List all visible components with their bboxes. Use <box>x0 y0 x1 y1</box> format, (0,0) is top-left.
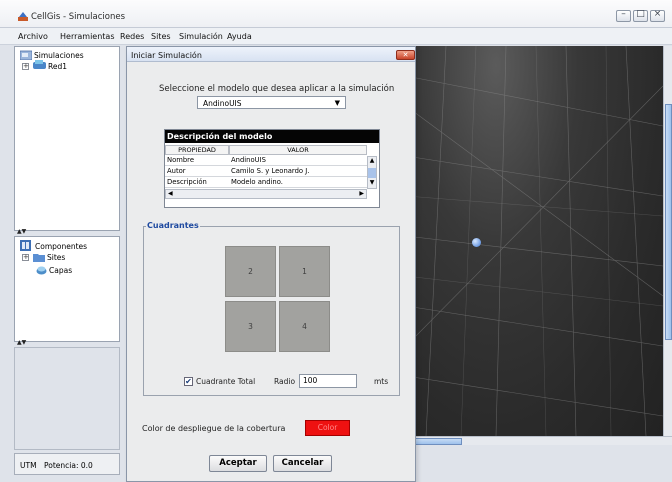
vertical-scroll-thumb[interactable] <box>665 104 672 340</box>
cuadrante-total-label: Cuadrante Total <box>196 377 256 386</box>
cancel-button[interactable]: Cancelar <box>273 455 332 472</box>
quadrant-4-button[interactable]: 4 <box>279 301 330 352</box>
splitter-arrows-icon: ▲▼ <box>17 339 27 346</box>
description-header: Descripción del modelo <box>165 130 379 143</box>
model-selected-value: AndinoUIS <box>203 99 242 108</box>
table-cell-property[interactable]: Nombre <box>165 156 229 166</box>
tree-item-red1[interactable]: Red1 <box>48 62 67 71</box>
tree-item-sites[interactable]: Sites <box>47 253 65 262</box>
column-header-propiedad[interactable]: PROPIEDAD <box>165 145 229 155</box>
splitter-arrows-icon: ▲▼ <box>17 228 27 235</box>
maximize-icon: □ <box>636 9 645 19</box>
maximize-button[interactable]: □ <box>633 9 648 22</box>
dialog-close-button[interactable]: ✕ <box>396 50 415 60</box>
components-icon <box>20 240 31 251</box>
menu-archivo[interactable]: Archivo <box>18 32 48 41</box>
scroll-up-icon[interactable]: ▲ <box>368 157 376 166</box>
quadrant-label: 2 <box>248 267 253 276</box>
table-vertical-scrollbar[interactable]: ▲ ▼ <box>367 156 377 189</box>
expand-icon[interactable]: + <box>22 63 29 70</box>
coordinate-system-label: UTM <box>20 461 37 470</box>
window-title: CellGis - Simulaciones <box>31 12 126 22</box>
minimize-button[interactable]: – <box>616 9 631 22</box>
dialog-title: Iniciar Simulación <box>131 51 202 60</box>
menu-redes[interactable]: Redes <box>120 32 144 41</box>
table-cell-property[interactable]: Autor <box>165 167 229 177</box>
quadrant-label: 1 <box>302 267 307 276</box>
simulations-tree-panel: Simulaciones + Red1 <box>14 46 120 231</box>
layers-icon <box>36 266 47 275</box>
table-cell-value[interactable]: AndinoUIS <box>229 156 367 166</box>
scroll-right-icon[interactable]: ▶ <box>359 190 364 197</box>
scroll-down-icon[interactable]: ▼ <box>368 179 376 188</box>
close-button[interactable]: × <box>650 9 665 22</box>
potencia-label: Potencia: 0.0 <box>44 461 93 470</box>
map-vertical-scrollbar[interactable] <box>663 46 672 436</box>
radio-label: Radio <box>274 377 296 386</box>
expand-sites-icon[interactable]: + <box>22 254 29 261</box>
scroll-thumb[interactable] <box>368 168 376 178</box>
quadrant-2-button[interactable]: 2 <box>225 246 276 297</box>
checkmark-icon: ✔ <box>185 377 192 386</box>
map-streets-texture <box>406 46 663 436</box>
radio-input[interactable]: 100 <box>299 374 357 388</box>
sites-folder-icon <box>33 254 45 262</box>
menu-bar: Archivo Herramientas Redes Sites Simulac… <box>0 28 672 45</box>
tree-item-capas[interactable]: Capas <box>49 266 72 275</box>
table-cell-value[interactable]: Camilo S. y Leonardo J. <box>229 167 367 177</box>
radio-unit: mts <box>374 377 389 386</box>
map-horizontal-scrollbar[interactable] <box>406 436 672 445</box>
accept-button[interactable]: Aceptar <box>209 455 267 472</box>
components-tree-panel: Componentes + Sites Capas <box>14 236 120 342</box>
model-prompt: Seleccione el modelo que desea aplicar a… <box>159 84 395 94</box>
quadrants-title: Cuadrantes <box>146 221 200 230</box>
network-icon <box>33 60 46 69</box>
menu-ayuda[interactable]: Ayuda <box>227 32 252 41</box>
quadrant-label: 3 <box>248 322 253 331</box>
dialog-title-bar: Iniciar Simulación ✕ <box>127 47 415 62</box>
cellgis-app-icon <box>18 12 28 21</box>
app-window: CellGis - Simulaciones – □ × Archivo Her… <box>0 0 672 482</box>
tree-item-simulaciones[interactable]: Simulaciones <box>34 51 84 60</box>
map-view[interactable] <box>406 46 663 436</box>
start-simulation-dialog: Iniciar Simulación ✕ Seleccione el model… <box>126 46 416 482</box>
menu-herramientas[interactable]: Herramientas <box>60 32 115 41</box>
status-bar: UTM Potencia: 0.0 <box>14 453 120 475</box>
quadrant-3-button[interactable]: 3 <box>225 301 276 352</box>
quadrants-group: Cuadrantes 2 1 3 4 <box>143 221 400 396</box>
simulations-folder-icon <box>20 50 32 60</box>
menu-sites[interactable]: Sites <box>151 32 171 41</box>
description-title: Descripción del modelo <box>167 132 273 141</box>
site-marker-icon[interactable] <box>472 238 481 247</box>
tree-item-componentes[interactable]: Componentes <box>35 242 87 251</box>
minimize-icon: – <box>621 9 626 19</box>
table-horizontal-scrollbar[interactable]: ◀ ▶ <box>165 189 367 199</box>
chevron-down-icon: ▼ <box>334 99 340 107</box>
close-icon: × <box>653 9 662 19</box>
model-dropdown[interactable]: AndinoUIS ▼ <box>197 96 346 109</box>
cuadrante-total-checkbox[interactable]: ✔ <box>184 377 193 386</box>
close-icon: ✕ <box>402 51 409 59</box>
scroll-left-icon[interactable]: ◀ <box>168 190 173 197</box>
menu-simulacion[interactable]: Simulación <box>179 32 223 41</box>
table-cell-property[interactable]: Descripción <box>165 178 229 188</box>
title-bar: CellGis - Simulaciones – □ × <box>0 0 672 28</box>
properties-panel <box>14 347 120 450</box>
color-picker-button[interactable]: Color <box>305 420 350 436</box>
quadrant-label: 4 <box>302 322 307 331</box>
column-header-valor[interactable]: VALOR <box>229 145 367 155</box>
table-cell-value[interactable]: Modelo andino. <box>229 178 367 188</box>
model-description-table: Descripción del modelo PROPIEDAD VALOR N… <box>164 129 380 208</box>
quadrant-1-button[interactable]: 1 <box>279 246 330 297</box>
coverage-color-label: Color de despliegue de la cobertura <box>142 424 286 433</box>
